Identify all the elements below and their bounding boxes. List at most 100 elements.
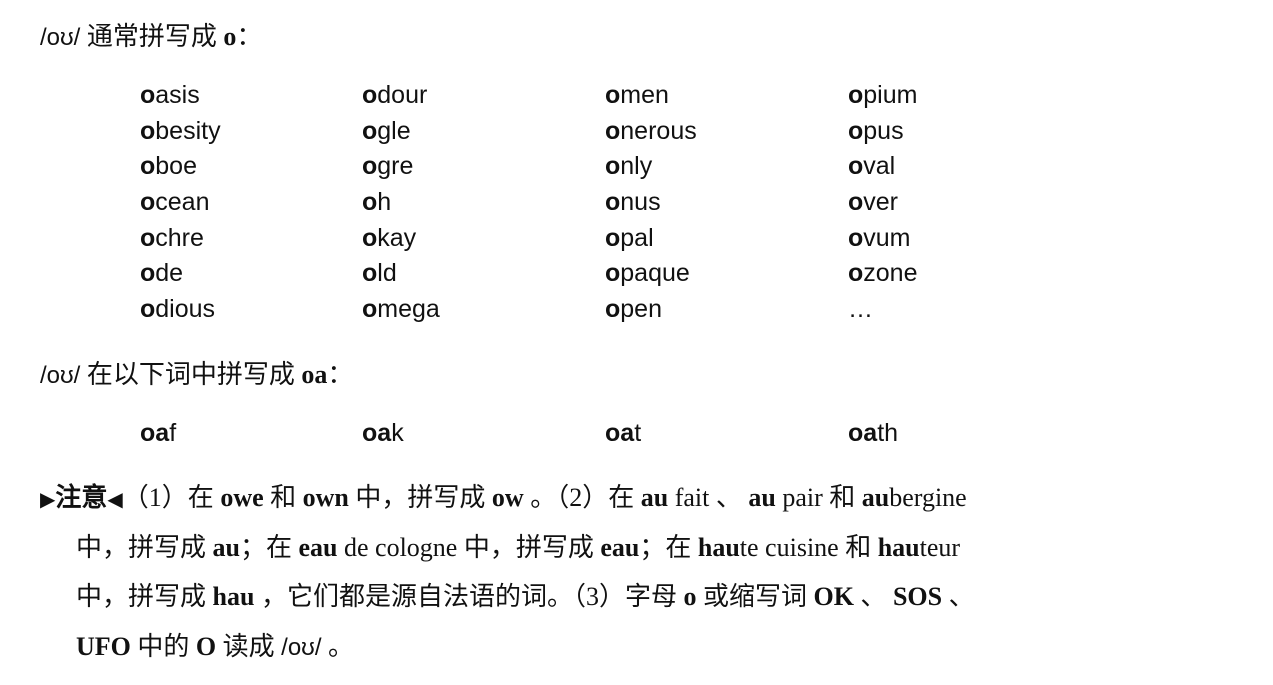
word-rest: pen <box>620 295 662 324</box>
bold-text: eau <box>298 532 338 562</box>
word: opus <box>848 114 1091 150</box>
text-segment: teur <box>919 532 961 562</box>
text-segment: 和 <box>263 483 303 512</box>
word: onerous <box>605 114 848 150</box>
word-spelling-highlight: o <box>140 81 156 109</box>
word-rest: nerous <box>620 116 697 145</box>
word-spelling-highlight: o <box>140 152 156 181</box>
text-segment: /oʊ/ <box>281 633 322 661</box>
bold-text: au <box>748 483 776 512</box>
text-segment: 通常拼写成 <box>80 22 224 51</box>
bold-text: au <box>861 483 890 512</box>
text-segment: 。（2）在 <box>523 483 641 512</box>
word-spelling-highlight: o <box>362 81 378 109</box>
word: ovum <box>848 221 1091 257</box>
word: odour <box>362 78 605 114</box>
text-segment: ： <box>236 22 263 51</box>
word-rest: men <box>620 81 669 109</box>
word-row: oaf oak oat oath <box>140 416 1091 452</box>
word-spelling-highlight: o <box>605 259 621 288</box>
word-rest: h <box>377 188 392 217</box>
word-rest: t <box>634 419 642 447</box>
section2-word-list: oaf oak oat oath <box>140 416 1091 452</box>
text-segment: fait 、 <box>668 483 749 512</box>
word-rest: gre <box>377 152 414 181</box>
bold-text: UFO <box>76 631 131 661</box>
word-rest: boe <box>155 152 197 181</box>
word-rest: kay <box>377 223 417 252</box>
text-segment: 或缩写词 <box>696 582 814 611</box>
word-row: odious omega open… <box>140 292 1091 328</box>
triangle-marker-icon: ◀ <box>107 487 123 511</box>
text-segment: ： <box>327 360 354 389</box>
bold-text: eau <box>600 532 640 562</box>
text-segment: /oʊ/ <box>40 362 81 389</box>
word-rest: ver <box>863 188 899 217</box>
word-rest: de <box>155 259 184 288</box>
word: opium <box>848 78 1091 114</box>
text-segment: 、 <box>942 582 975 611</box>
word-spelling-highlight: o <box>848 81 864 109</box>
word-spelling-highlight: o <box>605 223 621 252</box>
word-row: obesity ogle onerous opus <box>140 114 1091 150</box>
word: open <box>605 292 848 328</box>
word-spelling-highlight: o <box>140 295 156 324</box>
word: ogle <box>362 114 605 150</box>
word-rest: zone <box>863 259 918 288</box>
word-rest: nus <box>620 188 661 217</box>
bold-text: hau <box>877 532 920 562</box>
word: opal <box>605 221 848 257</box>
word-spelling-highlight: o <box>362 259 378 288</box>
word: odious <box>140 292 362 328</box>
word-rest: dious <box>155 295 216 324</box>
word-rest: nly <box>620 152 653 181</box>
word-rest: pal <box>620 223 654 252</box>
word-rest: besity <box>155 116 221 145</box>
bold-text: O <box>195 631 217 661</box>
word: okay <box>362 221 605 257</box>
text-segment: ；在 <box>639 532 698 562</box>
word-spelling-highlight: o <box>848 259 864 288</box>
word-row: oasis odour omen opium <box>140 78 1091 114</box>
word-row: ode old opaque ozone <box>140 256 1091 292</box>
word: obesity <box>140 114 362 150</box>
word-rest: vum <box>863 223 911 252</box>
text-segment: 中，拼写成 <box>76 532 213 562</box>
word: ode <box>140 256 362 292</box>
word: oval <box>848 149 1091 185</box>
text-segment: 。 <box>321 631 354 661</box>
bold-text: ow <box>491 483 524 512</box>
note-line: ▶注意◀（1）在 owe 和 own 中，拼写成 ow 。（2）在 au fai… <box>40 476 1250 526</box>
note-line: 中，拼写成 hau ，它们都是源自法语的词。（3）字母 o 或缩写词 OK 、 … <box>40 575 1250 625</box>
word-spelling-highlight: o <box>605 188 621 217</box>
word-rest: k <box>391 419 404 447</box>
section1-word-list: oasis odour omen opium obesity ogle onerous opu… <box>140 78 1091 328</box>
bold-text: hau <box>212 582 255 611</box>
text-segment: 中的 <box>130 631 196 661</box>
word-spelling-highlight: o <box>362 152 378 181</box>
word-rest: f <box>169 419 177 447</box>
bold-text: OK <box>813 582 854 611</box>
text-segment: （1）在 <box>122 483 221 512</box>
text-segment: bergine <box>889 483 967 512</box>
word-spelling-highlight: o <box>848 152 864 181</box>
text-segment: te cuisine 和 <box>739 532 878 562</box>
text-segment: /oʊ/ <box>40 24 81 51</box>
word-rest: asis <box>155 81 200 109</box>
word: old <box>362 256 605 292</box>
word-spelling-highlight: o <box>362 295 378 324</box>
word-rest: val <box>863 152 896 181</box>
word: omen <box>605 78 848 114</box>
text-segment: 、 <box>853 582 893 611</box>
word: ogre <box>362 149 605 185</box>
word: opaque <box>605 256 848 292</box>
word: oak <box>362 416 605 452</box>
word: omega <box>362 292 605 328</box>
word-rest: pium <box>863 81 918 109</box>
bold-text: hau <box>697 532 740 562</box>
text-segment: ，它们都是源自法语的词。（3）字母 <box>254 582 684 611</box>
text-segment: 中，拼写成 <box>348 483 492 512</box>
text-segment: 在以下词中拼写成 <box>80 360 302 389</box>
word-rest: ld <box>377 259 397 288</box>
section2-heading: /oʊ/ 在以下词中拼写成 oa： <box>40 358 353 393</box>
